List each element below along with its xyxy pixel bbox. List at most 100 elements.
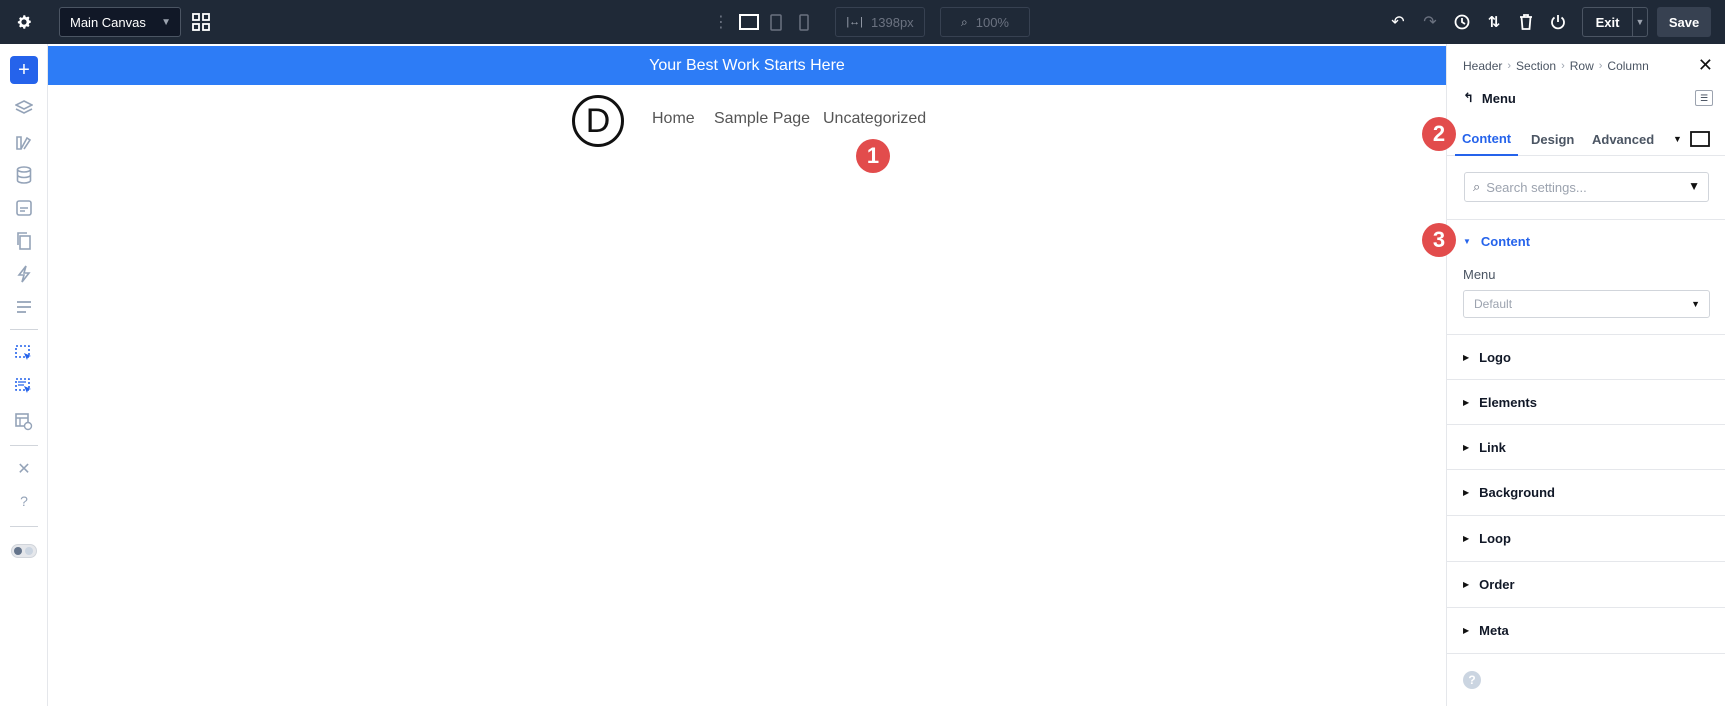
help-question-icon[interactable]: ? (10, 488, 38, 514)
group-order-label: Order (1479, 577, 1515, 592)
group-order[interactable]: ▶ Order (1463, 577, 1515, 592)
breadcrumb-column[interactable]: Column (1607, 59, 1648, 73)
tools-wrench-icon[interactable]: ✕ (10, 456, 38, 482)
canvas-select[interactable]: Main Canvas ▼ (59, 7, 181, 37)
nav-link-home[interactable]: Home (652, 110, 695, 128)
site-logo[interactable]: D (572, 95, 624, 147)
menu-select-value: Default (1474, 297, 1513, 311)
preview-box-icon[interactable] (1690, 122, 1710, 156)
sort-arrows-icon[interactable]: ⇅ (1483, 11, 1505, 33)
caret-right-icon: ▶ (1463, 443, 1470, 452)
trash-icon[interactable] (1515, 11, 1537, 33)
tab-advanced[interactable]: Advanced (1592, 122, 1654, 156)
redo-icon[interactable]: ↷ (1419, 11, 1441, 33)
exit-button[interactable]: Exit (1582, 7, 1632, 37)
group-loop-label: Loop (1479, 531, 1511, 546)
left-sidebar: + ✕ ? (0, 44, 48, 706)
exit-menu-caret-icon[interactable]: ▼ (1632, 7, 1648, 37)
filter-icon[interactable]: ▼ (1688, 179, 1700, 193)
undo-icon[interactable]: ↶ (1387, 11, 1409, 33)
divider (1447, 469, 1725, 470)
multi-select-cursor-icon[interactable] (10, 374, 38, 400)
group-meta[interactable]: ▶ Meta (1463, 623, 1509, 638)
group-link[interactable]: ▶ Link (1463, 440, 1506, 455)
database-icon[interactable] (10, 162, 38, 188)
module-title: ↰ Menu (1463, 90, 1516, 106)
canvas-width-field[interactable]: |↔| 1398px (835, 7, 925, 37)
tablet-view-icon[interactable] (768, 12, 784, 32)
breadcrumb-row[interactable]: Row (1570, 59, 1594, 73)
group-elements[interactable]: ▶ Elements (1463, 395, 1537, 410)
search-settings-field[interactable]: ⌕ Search settings... ▼ (1464, 172, 1709, 202)
pages-copy-icon[interactable] (10, 228, 38, 254)
group-content-label: Content (1480, 234, 1531, 249)
caret-right-icon: ▶ (1463, 626, 1470, 635)
help-icon[interactable]: ? (1463, 671, 1481, 689)
canvas-select-label: Main Canvas (70, 14, 146, 30)
zoom-value: 100% (975, 14, 1009, 30)
divider (1447, 515, 1725, 516)
canvas-width-value: 1398px (871, 14, 914, 30)
group-link-label: Link (1479, 440, 1506, 455)
callout-badge-3: 3 (1422, 223, 1456, 257)
divider (1447, 561, 1725, 562)
group-background[interactable]: ▶ Background (1463, 485, 1555, 500)
sidebar-divider (10, 445, 38, 446)
nav-link-uncategorized[interactable]: Uncategorized (823, 110, 926, 128)
sidebar-divider (10, 329, 38, 330)
menu-select[interactable]: Default ▼ (1463, 290, 1710, 318)
search-icon: ⌕ (1473, 179, 1481, 194)
group-meta-label: Meta (1479, 623, 1509, 638)
module-title-label: Menu (1481, 90, 1516, 106)
layout-visibility-icon[interactable] (10, 409, 38, 435)
nav-link-sample-page[interactable]: Sample Page (714, 110, 810, 128)
tab-content[interactable]: Content (1455, 122, 1519, 156)
search-placeholder: Search settings... (1486, 179, 1587, 195)
module-options-icon[interactable]: ☰ (1695, 90, 1713, 106)
power-icon[interactable] (1547, 11, 1569, 33)
select-cursor-icon[interactable] (10, 341, 38, 367)
tab-design[interactable]: Design (1531, 122, 1574, 156)
settings-gear-icon[interactable] (12, 10, 36, 34)
phone-view-icon[interactable] (796, 12, 812, 32)
menu-field-label: Menu (1463, 267, 1496, 282)
theme-toggle-icon[interactable] (10, 538, 38, 564)
close-icon[interactable]: ✕ (1698, 55, 1713, 76)
group-loop[interactable]: ▶ Loop (1463, 531, 1511, 546)
group-logo[interactable]: ▶ Logo (1463, 350, 1511, 365)
caret-right-icon: ▶ (1463, 398, 1470, 407)
divider (1447, 607, 1725, 608)
breadcrumb-header[interactable]: Header (1463, 59, 1502, 73)
divider (1447, 334, 1725, 335)
lightning-icon[interactable] (10, 261, 38, 287)
chevron-down-icon: ▼ (161, 17, 171, 28)
caret-right-icon: ▶ (1463, 353, 1470, 362)
breadcrumb-section[interactable]: Section (1516, 59, 1556, 73)
save-button[interactable]: Save (1657, 7, 1711, 37)
template-icon[interactable] (10, 195, 38, 221)
chevron-right-icon: › (1561, 60, 1565, 72)
settings-panel: Header › Section › Row › Column ✕ ↰ Menu… (1422, 44, 1725, 706)
more-vertical-icon[interactable]: ⋮ (713, 12, 729, 32)
caret-right-icon: ▶ (1463, 488, 1470, 497)
group-logo-label: Logo (1479, 350, 1511, 365)
zoom-search-icon: ⌕ (961, 14, 968, 29)
settings-tabs: Content Design Advanced ▼ (1447, 122, 1725, 156)
callout-badge-2: 2 (1422, 117, 1456, 151)
tabs-more-caret-icon[interactable]: ▼ (1673, 122, 1682, 156)
history-clock-icon[interactable] (1451, 11, 1473, 33)
layers-icon[interactable] (10, 95, 38, 121)
group-elements-label: Elements (1479, 395, 1537, 410)
caret-right-icon: ▶ (1463, 580, 1470, 589)
zoom-field[interactable]: ⌕ 100% (940, 7, 1030, 37)
back-arrow-icon[interactable]: ↰ (1463, 90, 1474, 106)
desktop-view-icon[interactable] (738, 12, 760, 32)
layout-grid-icon[interactable] (190, 11, 212, 33)
top-toolbar: Main Canvas ▼ ⋮ |↔| 1398px ⌕ 100% ↶ ↷ ⇅ … (0, 0, 1725, 44)
add-element-button[interactable]: + (10, 56, 38, 84)
caret-right-icon: ▶ (1463, 534, 1470, 543)
list-lines-icon[interactable] (10, 294, 38, 320)
group-background-label: Background (1479, 485, 1555, 500)
design-palette-icon[interactable] (10, 129, 38, 155)
group-content[interactable]: ▼ Content (1463, 234, 1530, 249)
